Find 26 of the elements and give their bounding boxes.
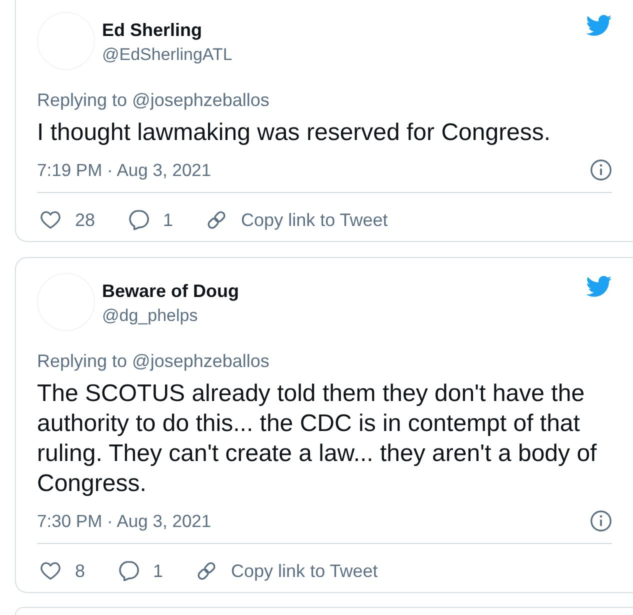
user-handle[interactable]: @dg_phelps <box>102 303 585 329</box>
heart-icon <box>40 561 61 581</box>
user-name[interactable]: Ed Sherling <box>102 18 585 42</box>
user-handle[interactable]: @EdSherlingATL <box>102 42 585 68</box>
speech-bubble-icon <box>128 210 150 230</box>
link-icon <box>206 210 228 230</box>
link-icon <box>196 561 218 581</box>
tweet-text: I thought lawmaking was reserved for Congress. <box>37 118 552 148</box>
bird-icon[interactable] <box>585 276 612 297</box>
copy-link-button[interactable]: Copy link to Tweet <box>196 559 378 583</box>
tweet-timestamp[interactable]: 7:19 PM · Aug 3, 2021 <box>37 158 212 182</box>
info-icon[interactable] <box>590 510 612 532</box>
copy-link-button[interactable]: Copy link to Tweet <box>206 208 388 232</box>
reply-button[interactable]: 1 <box>128 208 174 232</box>
reply-context: Replying to @josephzeballos <box>37 89 270 112</box>
user-name[interactable]: Beware of Doug <box>102 279 585 303</box>
tweet-text: The SCOTUS already told them they don't have the authority to do this... the CDC is in contempt of that ruling. They can't create a law... they aren't a body of Congress. <box>37 379 598 499</box>
like-button[interactable]: 28 <box>40 208 96 232</box>
reply-button[interactable]: 1 <box>118 559 164 583</box>
tweet-timestamp[interactable]: 7:30 PM · Aug 3, 2021 <box>37 509 212 533</box>
heart-icon <box>40 210 61 230</box>
reply-context: Replying to @josephzeballos <box>37 350 270 373</box>
bird-icon[interactable] <box>585 15 612 36</box>
like-button[interactable]: 8 <box>40 559 86 583</box>
speech-bubble-icon <box>118 561 140 581</box>
info-icon[interactable] <box>590 159 612 181</box>
